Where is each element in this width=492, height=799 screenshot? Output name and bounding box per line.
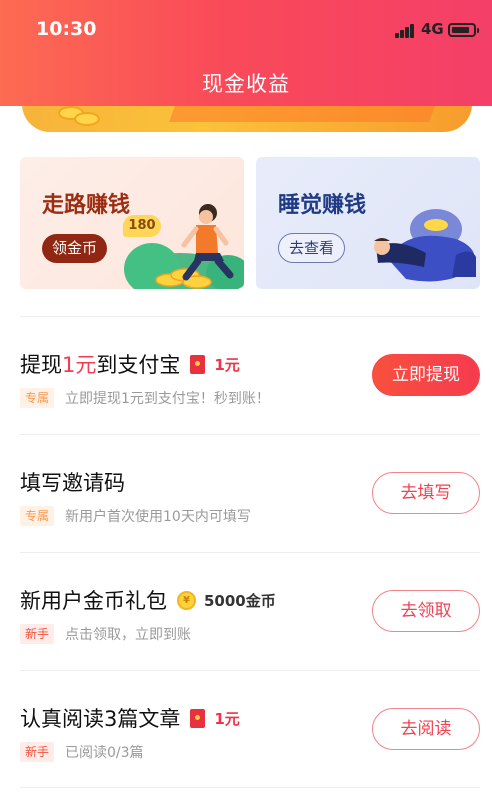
task-tag: 新手: [20, 624, 55, 644]
task-title: 提现 1元 到支付宝 1元: [20, 349, 240, 379]
list-item: 认真阅读3篇文章 1元 新手 已阅读0/3篇 去阅读: [20, 670, 480, 788]
task-desc-text: 点击领取，立即到账: [65, 627, 192, 643]
reward-label: 1元: [190, 708, 240, 729]
gold-coin-icon: ¥: [177, 590, 196, 610]
feature-cards: 走路赚钱 180 领金币 睡觉赚钱 去查看: [20, 157, 480, 289]
task-title-suffix: 到支付宝: [96, 353, 181, 377]
task-description: 新手 点击领取，立即到账: [20, 624, 191, 644]
reward-amount: 1元: [214, 709, 240, 728]
task-description: 专属 立即提现1元到支付宝！秒到账！: [20, 388, 270, 408]
task-desc-text: 立即提现1元到支付宝！秒到账！: [65, 391, 270, 407]
task-tag: 新手: [20, 742, 55, 762]
red-envelope-icon: [190, 354, 206, 374]
task-title: 认真阅读3篇文章 1元: [20, 703, 240, 733]
task-list: 提现 1元 到支付宝 1元 专属 立即提现1元到支付宝！秒到账！ 立即提现 填写邀请…: [20, 316, 480, 788]
status-time: 10:30: [36, 18, 97, 40]
withdraw-button[interactable]: 立即提现: [372, 354, 480, 396]
list-item: 提现 1元 到支付宝 1元 专属 立即提现1元到支付宝！秒到账！ 立即提现: [20, 316, 480, 434]
task-desc-text: 新用户首次使用10天内可填写: [65, 509, 251, 525]
runner-illustration: [124, 204, 244, 289]
network-label: 4G: [421, 20, 444, 38]
reward-label: 1元: [190, 354, 240, 375]
task-description: 新手 已阅读0/3篇: [20, 742, 144, 762]
task-title-text: 新用户金币礼包: [20, 589, 167, 613]
task-title: 填写邀请码: [20, 471, 125, 495]
task-title-text: 认真阅读3篇文章: [20, 707, 181, 731]
fill-invite-code-button[interactable]: 去填写: [372, 472, 480, 514]
task-title-amount: 1元: [62, 353, 97, 377]
reward-amount: 5000金币: [204, 591, 276, 610]
list-item: 新用户金币礼包 ¥ 5000金币 新手 点击领取，立即到账 去领取: [20, 552, 480, 670]
task-title-prefix: 提现: [20, 353, 62, 377]
status-bar: 10:30 4G: [0, 0, 492, 58]
reward-label: ¥ 5000金币: [177, 590, 276, 611]
task-description: 专属 新用户首次使用10天内可填写: [20, 506, 251, 526]
task-title: 新用户金币礼包 ¥ 5000金币: [20, 585, 276, 615]
list-item: 填写邀请码 专属 新用户首次使用10天内可填写 去填写: [20, 434, 480, 552]
coin-icon: [74, 112, 100, 126]
page-title: 现金收益: [202, 72, 290, 96]
reward-amount: 1元: [214, 355, 240, 374]
sleeper-illustration: [374, 209, 476, 282]
battery-icon: [448, 23, 479, 37]
red-envelope-icon: [190, 708, 206, 728]
claim-gift-button[interactable]: 去领取: [372, 590, 480, 632]
signal-icon: [395, 24, 415, 38]
read-articles-button[interactable]: 去阅读: [372, 708, 480, 750]
sleep-earn-card[interactable]: 睡觉赚钱 去查看: [256, 157, 480, 289]
banner-decoration: [169, 106, 435, 122]
app-header: 10:30 4G 现金收益: [0, 0, 492, 106]
task-tag: 专属: [20, 506, 55, 526]
walk-earn-card[interactable]: 走路赚钱 180 领金币: [20, 157, 244, 289]
task-tag: 专属: [20, 388, 55, 408]
task-desc-text: 已阅读0/3篇: [65, 745, 144, 761]
